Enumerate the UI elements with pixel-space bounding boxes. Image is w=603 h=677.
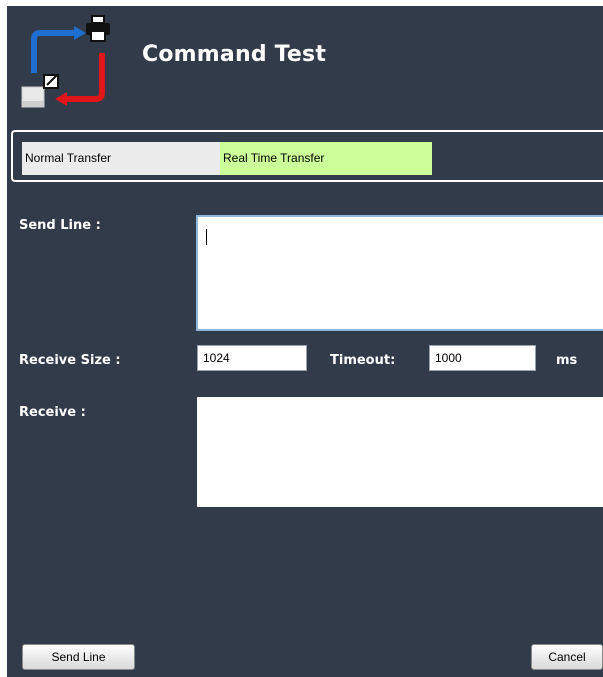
cancel-button[interactable]: Cancel	[531, 644, 603, 670]
send-line-input[interactable]	[196, 215, 603, 331]
receive-size-label: Receive Size :	[19, 353, 121, 368]
timeout-unit-label: ms	[556, 353, 578, 368]
text-caret	[206, 229, 207, 245]
receive-label: Receive :	[19, 405, 86, 420]
command-test-window: Command Test Normal Transfer Real Time T…	[7, 6, 603, 677]
send-line-button[interactable]: Send Line	[22, 644, 135, 670]
command-transfer-logo-icon	[21, 15, 110, 108]
transfer-mode-tabs: Normal Transfer Real Time Transfer	[11, 130, 603, 182]
document-edit-icon	[21, 74, 59, 108]
printer-icon	[86, 15, 110, 42]
tab-real-time-transfer[interactable]: Real Time Transfer	[220, 142, 432, 175]
timeout-input[interactable]: 1000	[429, 345, 536, 371]
send-line-label: Send Line :	[19, 218, 101, 233]
receive-size-input[interactable]: 1024	[197, 345, 307, 371]
page-title: Command Test	[142, 42, 327, 67]
timeout-label: Timeout:	[330, 353, 396, 368]
tab-normal-transfer[interactable]: Normal Transfer	[22, 142, 220, 175]
receive-output[interactable]	[197, 397, 603, 507]
